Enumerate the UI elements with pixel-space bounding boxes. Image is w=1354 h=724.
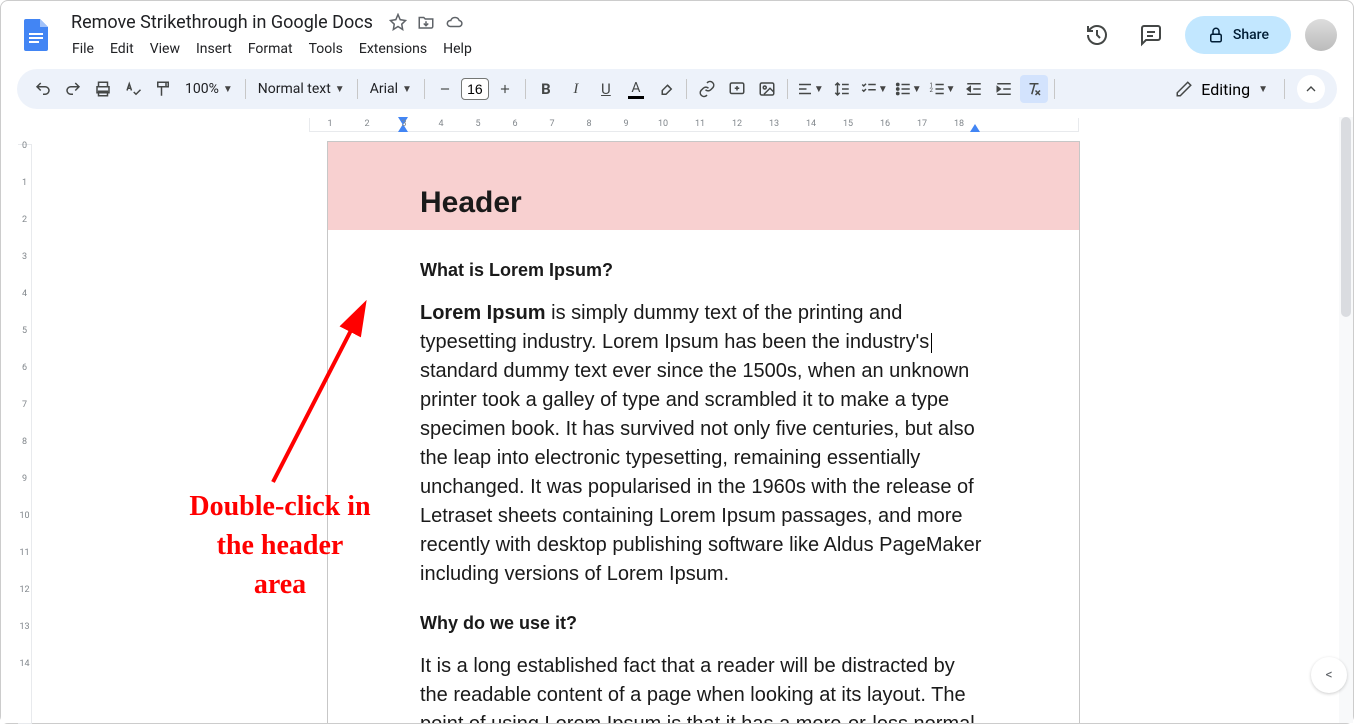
print-button[interactable] bbox=[89, 75, 117, 103]
page-body[interactable]: What is Lorem Ipsum? Lorem Ipsum is simp… bbox=[328, 230, 1079, 723]
italic-button[interactable]: I bbox=[562, 75, 590, 103]
menu-insert[interactable]: Insert bbox=[189, 37, 239, 61]
align-button[interactable]: ▼ bbox=[794, 75, 826, 103]
menu-view[interactable]: View bbox=[143, 37, 187, 61]
font-select[interactable]: Arial▼ bbox=[364, 81, 418, 97]
vertical-ruler[interactable]: 01234567891011121314 bbox=[17, 117, 33, 723]
caret-down-icon: ▼ bbox=[402, 84, 412, 95]
share-label: Share bbox=[1233, 27, 1269, 43]
share-button[interactable]: Share bbox=[1185, 16, 1291, 54]
lock-icon bbox=[1207, 26, 1225, 44]
menu-extensions[interactable]: Extensions bbox=[352, 37, 434, 61]
docs-logo[interactable] bbox=[17, 15, 57, 55]
separator bbox=[1054, 79, 1055, 99]
zoom-select[interactable]: 100%▼ bbox=[179, 81, 239, 97]
vertical-scrollbar[interactable] bbox=[1339, 117, 1353, 723]
document-title[interactable]: Remove Strikethrough in Google Docs bbox=[65, 10, 379, 35]
highlight-color-button[interactable] bbox=[652, 75, 680, 103]
menu-format[interactable]: Format bbox=[241, 37, 300, 61]
cloud-status-icon[interactable] bbox=[445, 13, 463, 31]
collapse-toolbar-button[interactable] bbox=[1297, 75, 1325, 103]
caret-down-icon: ▼ bbox=[223, 84, 233, 95]
heading-1: What is Lorem Ipsum? bbox=[420, 260, 987, 281]
document-page[interactable]: Header What is Lorem Ipsum? Lorem Ipsum … bbox=[327, 141, 1080, 723]
side-tools: < bbox=[1311, 657, 1347, 693]
header-text: Header bbox=[420, 186, 987, 220]
history-icon[interactable] bbox=[1077, 15, 1117, 55]
caret-down-icon: ▼ bbox=[912, 84, 922, 95]
increase-font-size-button[interactable] bbox=[491, 75, 519, 103]
separator bbox=[357, 79, 358, 99]
title-area: Remove Strikethrough in Google Docs File… bbox=[65, 10, 1077, 61]
star-icon[interactable] bbox=[389, 13, 407, 31]
line-spacing-button[interactable] bbox=[828, 75, 856, 103]
right-indent-marker[interactable] bbox=[970, 124, 980, 132]
increase-indent-button[interactable] bbox=[990, 75, 1018, 103]
separator bbox=[424, 79, 425, 99]
paragraph-style-select[interactable]: Normal text▼ bbox=[252, 81, 351, 97]
separator bbox=[686, 79, 687, 99]
move-icon[interactable] bbox=[417, 13, 435, 31]
redo-button[interactable] bbox=[59, 75, 87, 103]
toolbar: 100%▼ Normal text▼ Arial▼ B I U A ▼ ▼ ▼ … bbox=[17, 69, 1337, 109]
caret-down-icon: ▼ bbox=[335, 84, 345, 95]
caret-down-icon: ▼ bbox=[1258, 84, 1268, 95]
menu-file[interactable]: File bbox=[65, 37, 101, 61]
checklist-button[interactable]: ▼ bbox=[858, 75, 890, 103]
insert-link-button[interactable] bbox=[693, 75, 721, 103]
text-cursor bbox=[931, 333, 932, 353]
menubar: File Edit View Insert Format Tools Exten… bbox=[65, 37, 1077, 61]
caret-down-icon: ▼ bbox=[878, 84, 888, 95]
underline-button[interactable]: U bbox=[592, 75, 620, 103]
undo-button[interactable] bbox=[29, 75, 57, 103]
separator bbox=[245, 79, 246, 99]
titlebar: Remove Strikethrough in Google Docs File… bbox=[1, 1, 1353, 61]
separator bbox=[787, 79, 788, 99]
numbered-list-button[interactable]: 12▼ bbox=[926, 75, 958, 103]
font-size-input[interactable] bbox=[461, 78, 489, 100]
pencil-icon bbox=[1175, 80, 1193, 98]
bold-button[interactable]: B bbox=[532, 75, 560, 103]
scrollbar-thumb[interactable] bbox=[1341, 117, 1351, 317]
clear-formatting-button[interactable] bbox=[1020, 75, 1048, 103]
document-area: 123456789101112131415161718 Header What … bbox=[33, 117, 1353, 723]
heading-2: Why do we use it? bbox=[420, 613, 987, 634]
caret-down-icon: ▼ bbox=[946, 84, 956, 95]
caret-down-icon: ▼ bbox=[814, 84, 824, 95]
decrease-font-size-button[interactable] bbox=[431, 75, 459, 103]
paragraph-2: It is a long established fact that a rea… bbox=[420, 652, 987, 723]
menu-tools[interactable]: Tools bbox=[302, 37, 350, 61]
menu-help[interactable]: Help bbox=[436, 37, 479, 61]
decrease-indent-button[interactable] bbox=[960, 75, 988, 103]
explore-button[interactable]: < bbox=[1311, 657, 1347, 693]
comments-icon[interactable] bbox=[1131, 15, 1171, 55]
menu-edit[interactable]: Edit bbox=[103, 37, 141, 61]
mode-select[interactable]: Editing ▼ bbox=[1165, 76, 1278, 103]
paint-format-button[interactable] bbox=[149, 75, 177, 103]
page-header[interactable]: Header bbox=[328, 142, 1079, 230]
insert-comment-button[interactable] bbox=[723, 75, 751, 103]
horizontal-ruler[interactable]: 123456789101112131415161718 bbox=[33, 117, 1353, 133]
workspace: 01234567891011121314 1234567891011121314… bbox=[1, 117, 1353, 723]
separator bbox=[1284, 79, 1285, 99]
spellcheck-button[interactable] bbox=[119, 75, 147, 103]
svg-text:2: 2 bbox=[929, 87, 933, 94]
separator bbox=[525, 79, 526, 99]
account-avatar[interactable] bbox=[1305, 19, 1337, 51]
bulleted-list-button[interactable]: ▼ bbox=[892, 75, 924, 103]
paragraph-1: Lorem Ipsum is simply dummy text of the … bbox=[420, 299, 987, 589]
text-color-button[interactable]: A bbox=[622, 75, 650, 103]
insert-image-button[interactable] bbox=[753, 75, 781, 103]
